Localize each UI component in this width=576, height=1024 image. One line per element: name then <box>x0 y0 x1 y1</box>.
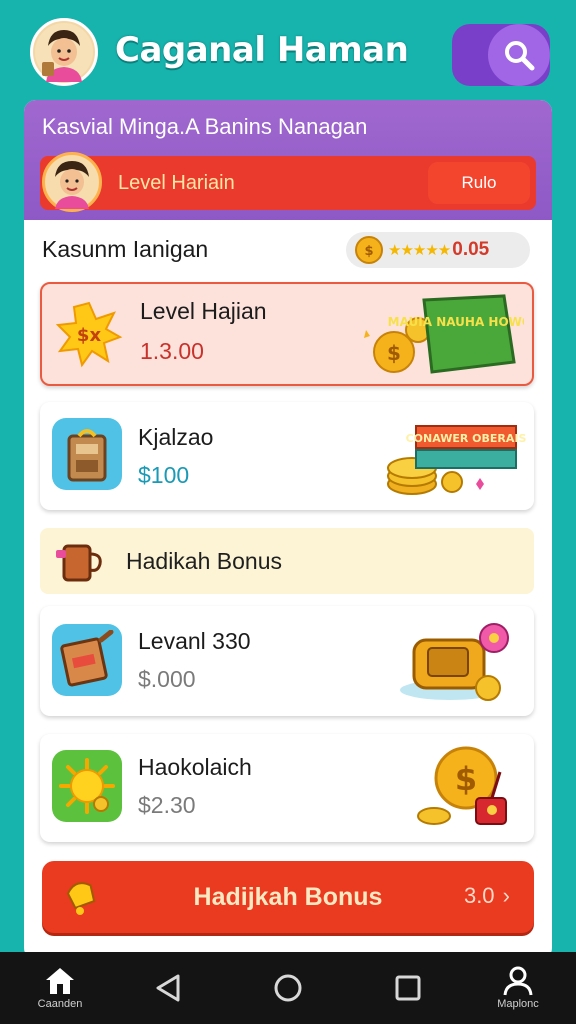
item-title: Level Hajian <box>140 298 267 324</box>
coin-icon: $ <box>355 236 383 264</box>
app-header: Caganal Haman <box>0 0 576 100</box>
nav-recents[interactable] <box>360 952 456 1024</box>
coins-stack-art: CONAWER OBERAIS <box>376 412 526 506</box>
level-banner[interactable]: Level Hariain Rulo <box>40 152 536 212</box>
item-title: Kjalzao <box>138 424 214 450</box>
nav-home-circle[interactable] <box>240 952 336 1024</box>
item-value: 1.3.00 <box>140 338 204 364</box>
item-title: Levanl 330 <box>138 628 251 654</box>
reward-item-kjalzao[interactable]: Kjalzao $100 CONAWER OBERAIS <box>40 402 534 510</box>
search-icon <box>505 41 535 71</box>
nav-home[interactable]: Caanden <box>12 952 108 1024</box>
mug-icon <box>56 544 102 582</box>
svg-text:$: $ <box>387 341 401 365</box>
banner-avatar <box>42 152 102 212</box>
item-title: Haokolaich <box>138 754 252 780</box>
nav-back[interactable] <box>120 952 216 1024</box>
treasure-art <box>396 616 526 712</box>
square-recents-icon <box>395 975 421 1001</box>
back-icon <box>156 974 180 1002</box>
nav-profile[interactable]: Maplonc <box>470 952 566 1024</box>
cta-right-text: 3.0 › <box>463 883 510 908</box>
svg-text:$x: $x <box>77 325 102 346</box>
bonus-cta-button[interactable]: Hadijkah Bonus 3.0 › <box>42 861 534 933</box>
bottom-nav-bar: Caanden Maplonc <box>0 952 576 1024</box>
card-header: Kasvial Minga.A Banins Nanagan Level Har… <box>24 100 552 220</box>
badge-text: MAUIA NAUHA HOWOHT <box>388 315 524 329</box>
main-card: Kasvial Minga.A Banins Nanagan Level Har… <box>24 100 552 960</box>
section-title: Kasunm Ianigan <box>42 236 209 262</box>
nav-label: Caanden <box>37 998 83 1010</box>
bonus-strip[interactable]: Hadikah Bonus <box>40 528 534 594</box>
sun-coin-icon: $x <box>54 298 124 370</box>
home-icon <box>46 968 74 994</box>
coins-gift-art: $ <box>406 742 526 838</box>
reward-item-haokolaich[interactable]: Haokolaich $2.30 $ <box>40 734 534 842</box>
coins-banner-art: $ MAUIA NAUHA HOWOHT <box>354 290 551 384</box>
chevron-right-icon: › <box>502 883 510 908</box>
sun-icon <box>52 750 122 822</box>
profile-avatar[interactable] <box>30 18 98 86</box>
card-title: Kasvial Minga.A Banins Nanagan <box>42 114 368 139</box>
item-value: $100 <box>138 462 190 488</box>
rating-value: 0.05 <box>452 239 490 260</box>
item-value: $2.30 <box>138 792 196 818</box>
banner-action-button[interactable]: Rulo <box>428 162 530 204</box>
avatar-boy-icon <box>35 23 93 82</box>
circle-home-icon <box>274 974 302 1002</box>
user-icon <box>503 966 533 996</box>
svg-text:$: $ <box>455 760 477 798</box>
gift-box-icon <box>52 418 122 490</box>
item-value: $.000 <box>138 666 196 692</box>
rating-stars: ★★★★★ <box>388 241 451 259</box>
banner-label: Level Hariain <box>118 172 235 194</box>
nav-label: Maplonc <box>497 998 539 1010</box>
svg-text:$: $ <box>364 244 373 259</box>
reward-item-level[interactable]: $x Level Hajian 1.3.00 $ MAUIA NAUHA HOW… <box>40 282 551 386</box>
reward-item-levanl[interactable]: Levanl 330 $.000 <box>40 606 534 716</box>
cta-label: Hadijkah Bonus <box>193 882 383 911</box>
avatar-boy-icon <box>55 161 89 209</box>
rating-badge: $ ★★★★★ 0.05 <box>346 232 530 268</box>
app-title: Caganal Haman <box>115 30 409 70</box>
bonus-strip-label: Hadikah Bonus <box>126 548 282 574</box>
search-button[interactable] <box>452 24 550 86</box>
ticket-icon <box>52 624 122 696</box>
badge-text: CONAWER OBERAIS <box>406 432 526 445</box>
